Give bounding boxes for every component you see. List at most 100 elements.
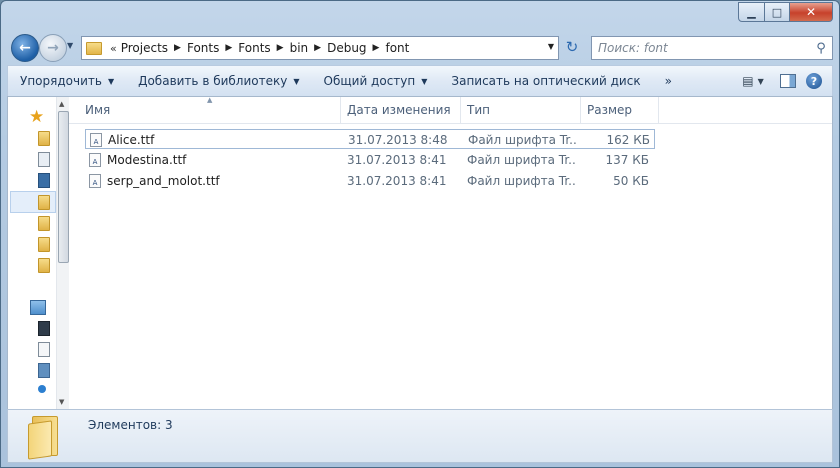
file-type-cell: Файл шрифта Tr...	[467, 174, 577, 188]
breadcrumb-arrow-icon[interactable]: ▶	[174, 43, 181, 53]
file-date-cell: 31.07.2013 8:41	[347, 153, 447, 167]
burn-label: Записать на оптический диск	[451, 74, 641, 88]
navigation-bar: ← → ▼ « Projects ▶ Fonts ▶ Fonts ▶ bin ▶ Deb…	[1, 31, 839, 63]
desktop-icon[interactable]	[38, 173, 50, 188]
change-view-button[interactable]: ▤ ▼	[736, 74, 770, 88]
items-count: Элементов: 3	[88, 418, 173, 432]
close-button[interactable]: ✕	[790, 2, 833, 22]
column-header-label: Тип	[467, 103, 490, 117]
back-button[interactable]: ←	[11, 34, 39, 62]
file-size-cell: 137 КБ	[605, 153, 649, 167]
recent-places-icon[interactable]	[38, 152, 50, 167]
file-size-cell: 162 КБ	[606, 133, 650, 147]
pictures-library-icon[interactable]	[38, 363, 50, 378]
file-date-cell: 31.07.2013 8:41	[347, 174, 447, 188]
font-file-icon: A	[90, 133, 102, 147]
folder-icon[interactable]	[38, 258, 50, 273]
video-library-icon[interactable]	[38, 321, 50, 336]
folder-icon[interactable]	[38, 195, 50, 210]
breadcrumb-item[interactable]: bin	[290, 41, 309, 55]
file-type-cell: Файл шрифта Tr...	[468, 133, 578, 147]
arrow-right-icon: →	[47, 40, 59, 56]
column-header-row: ▲ Имя Дата изменения Тип Размер	[69, 96, 832, 124]
address-dropdown-icon[interactable]: ▼	[548, 42, 554, 51]
search-box[interactable]: Поиск: font ⚲	[591, 36, 833, 60]
more-commands-button[interactable]: »	[653, 74, 684, 88]
organize-button[interactable]: Упорядочить ▼	[8, 74, 126, 88]
file-name: Modestina.ttf	[107, 153, 187, 167]
documents-library-icon[interactable]	[38, 342, 50, 357]
column-header-label: Размер	[587, 103, 633, 117]
column-header-date[interactable]: Дата изменения	[341, 97, 461, 123]
burn-button[interactable]: Записать на оптический диск	[439, 74, 652, 88]
add-to-library-button[interactable]: Добавить в библиотеку ▼	[126, 74, 311, 88]
search-icon[interactable]: ⚲	[810, 41, 832, 56]
recent-pages-dropdown[interactable]: ▼	[67, 41, 73, 50]
file-size-cell: 50 КБ	[613, 174, 649, 188]
help-icon[interactable]: ?	[806, 73, 822, 89]
refresh-button[interactable]: ↻	[561, 36, 583, 58]
minimize-button[interactable]: ▁	[738, 2, 765, 22]
folder-icon[interactable]	[38, 131, 50, 146]
organize-label: Упорядочить	[20, 74, 102, 88]
file-row[interactable]: Aserp_and_molot.ttf 31.07.2013 8:41 Файл…	[85, 171, 655, 191]
breadcrumb-overflow[interactable]: «	[110, 42, 117, 55]
refresh-icon: ↻	[565, 38, 579, 56]
navigation-scrollbar[interactable]: ▲ ▼	[56, 97, 69, 409]
details-pane: Элементов: 3	[7, 409, 833, 463]
breadcrumb-item[interactable]: Projects	[121, 41, 168, 55]
file-name: serp_and_molot.ttf	[107, 174, 220, 188]
add-to-library-label: Добавить в библиотеку	[138, 74, 288, 88]
folder-icon	[86, 41, 102, 55]
breadcrumb-item[interactable]: Fonts	[238, 41, 270, 55]
file-name-cell: Aserp_and_molot.ttf	[89, 171, 339, 191]
breadcrumb: Projects ▶ Fonts ▶ Fonts ▶ bin ▶ Debug ▶ font	[121, 41, 410, 55]
column-header-size[interactable]: Размер	[581, 97, 659, 123]
maximize-button[interactable]: □	[765, 2, 790, 22]
favorites-star-icon[interactable]: ★	[29, 107, 44, 127]
share-button[interactable]: Общий доступ ▼	[312, 74, 440, 88]
chevron-down-icon: ▼	[67, 41, 74, 50]
scroll-down-icon[interactable]: ▼	[59, 398, 64, 406]
address-bar[interactable]: « Projects ▶ Fonts ▶ Fonts ▶ bin ▶ Debug ▶ fo…	[81, 36, 559, 60]
preview-pane-icon[interactable]	[780, 74, 796, 88]
scroll-up-icon[interactable]: ▲	[59, 100, 64, 108]
search-input[interactable]: Поиск: font	[592, 41, 810, 55]
breadcrumb-arrow-icon[interactable]: ▶	[314, 43, 321, 53]
file-row[interactable]: A Alice.ttf 31.07.2013 8:48 Файл шрифта T…	[85, 129, 655, 149]
view-list-icon: ▤	[742, 74, 754, 88]
navigation-pane: ★	[8, 97, 57, 409]
chevron-down-icon: ▼	[421, 76, 428, 86]
share-label: Общий доступ	[323, 74, 416, 88]
view-controls: ▤ ▼ ?	[736, 66, 832, 96]
window-controls: ▁ □ ✕	[738, 2, 833, 22]
breadcrumb-item[interactable]: Debug	[327, 41, 366, 55]
content-area: ★ ▲ ▼ ▲ Имя Дата изменения Тип Размер A …	[7, 96, 833, 410]
arrow-left-icon: ←	[19, 40, 31, 56]
explorer-window: ▁ □ ✕ ← → ▼ « Projects ▶ Fonts ▶ Fonts ▶ bi…	[0, 0, 840, 468]
music-library-icon[interactable]	[38, 385, 46, 393]
breadcrumb-item[interactable]: font	[385, 41, 409, 55]
breadcrumb-item[interactable]: Fonts	[187, 41, 219, 55]
folder-icon[interactable]	[38, 237, 50, 252]
breadcrumb-arrow-icon[interactable]: ▶	[277, 43, 284, 53]
file-list: ▲ Имя Дата изменения Тип Размер A Alice.t…	[69, 96, 832, 409]
folder-icon[interactable]	[38, 216, 50, 231]
breadcrumb-arrow-icon[interactable]: ▶	[225, 43, 232, 53]
column-header-name[interactable]: Имя	[79, 97, 341, 123]
libraries-icon[interactable]	[30, 300, 46, 315]
file-name: Alice.ttf	[108, 133, 155, 147]
font-file-icon: A	[89, 153, 101, 167]
font-file-icon: A	[89, 174, 101, 188]
file-row[interactable]: A Modestina.ttf 31.07.2013 8:41 Файл шриф…	[85, 150, 655, 170]
chevron-down-icon: ▼	[757, 76, 764, 86]
chevron-down-icon: ▼	[107, 76, 115, 86]
scrollbar-thumb[interactable]	[58, 111, 69, 263]
forward-button[interactable]: →	[39, 34, 67, 62]
file-name-cell: A Alice.ttf	[90, 130, 340, 150]
breadcrumb-arrow-icon[interactable]: ▶	[373, 43, 380, 53]
column-header-label: Имя	[85, 103, 111, 117]
column-header-type[interactable]: Тип	[461, 97, 581, 123]
file-name-cell: A Modestina.ttf	[89, 150, 339, 170]
column-header-label: Дата изменения	[347, 103, 451, 117]
